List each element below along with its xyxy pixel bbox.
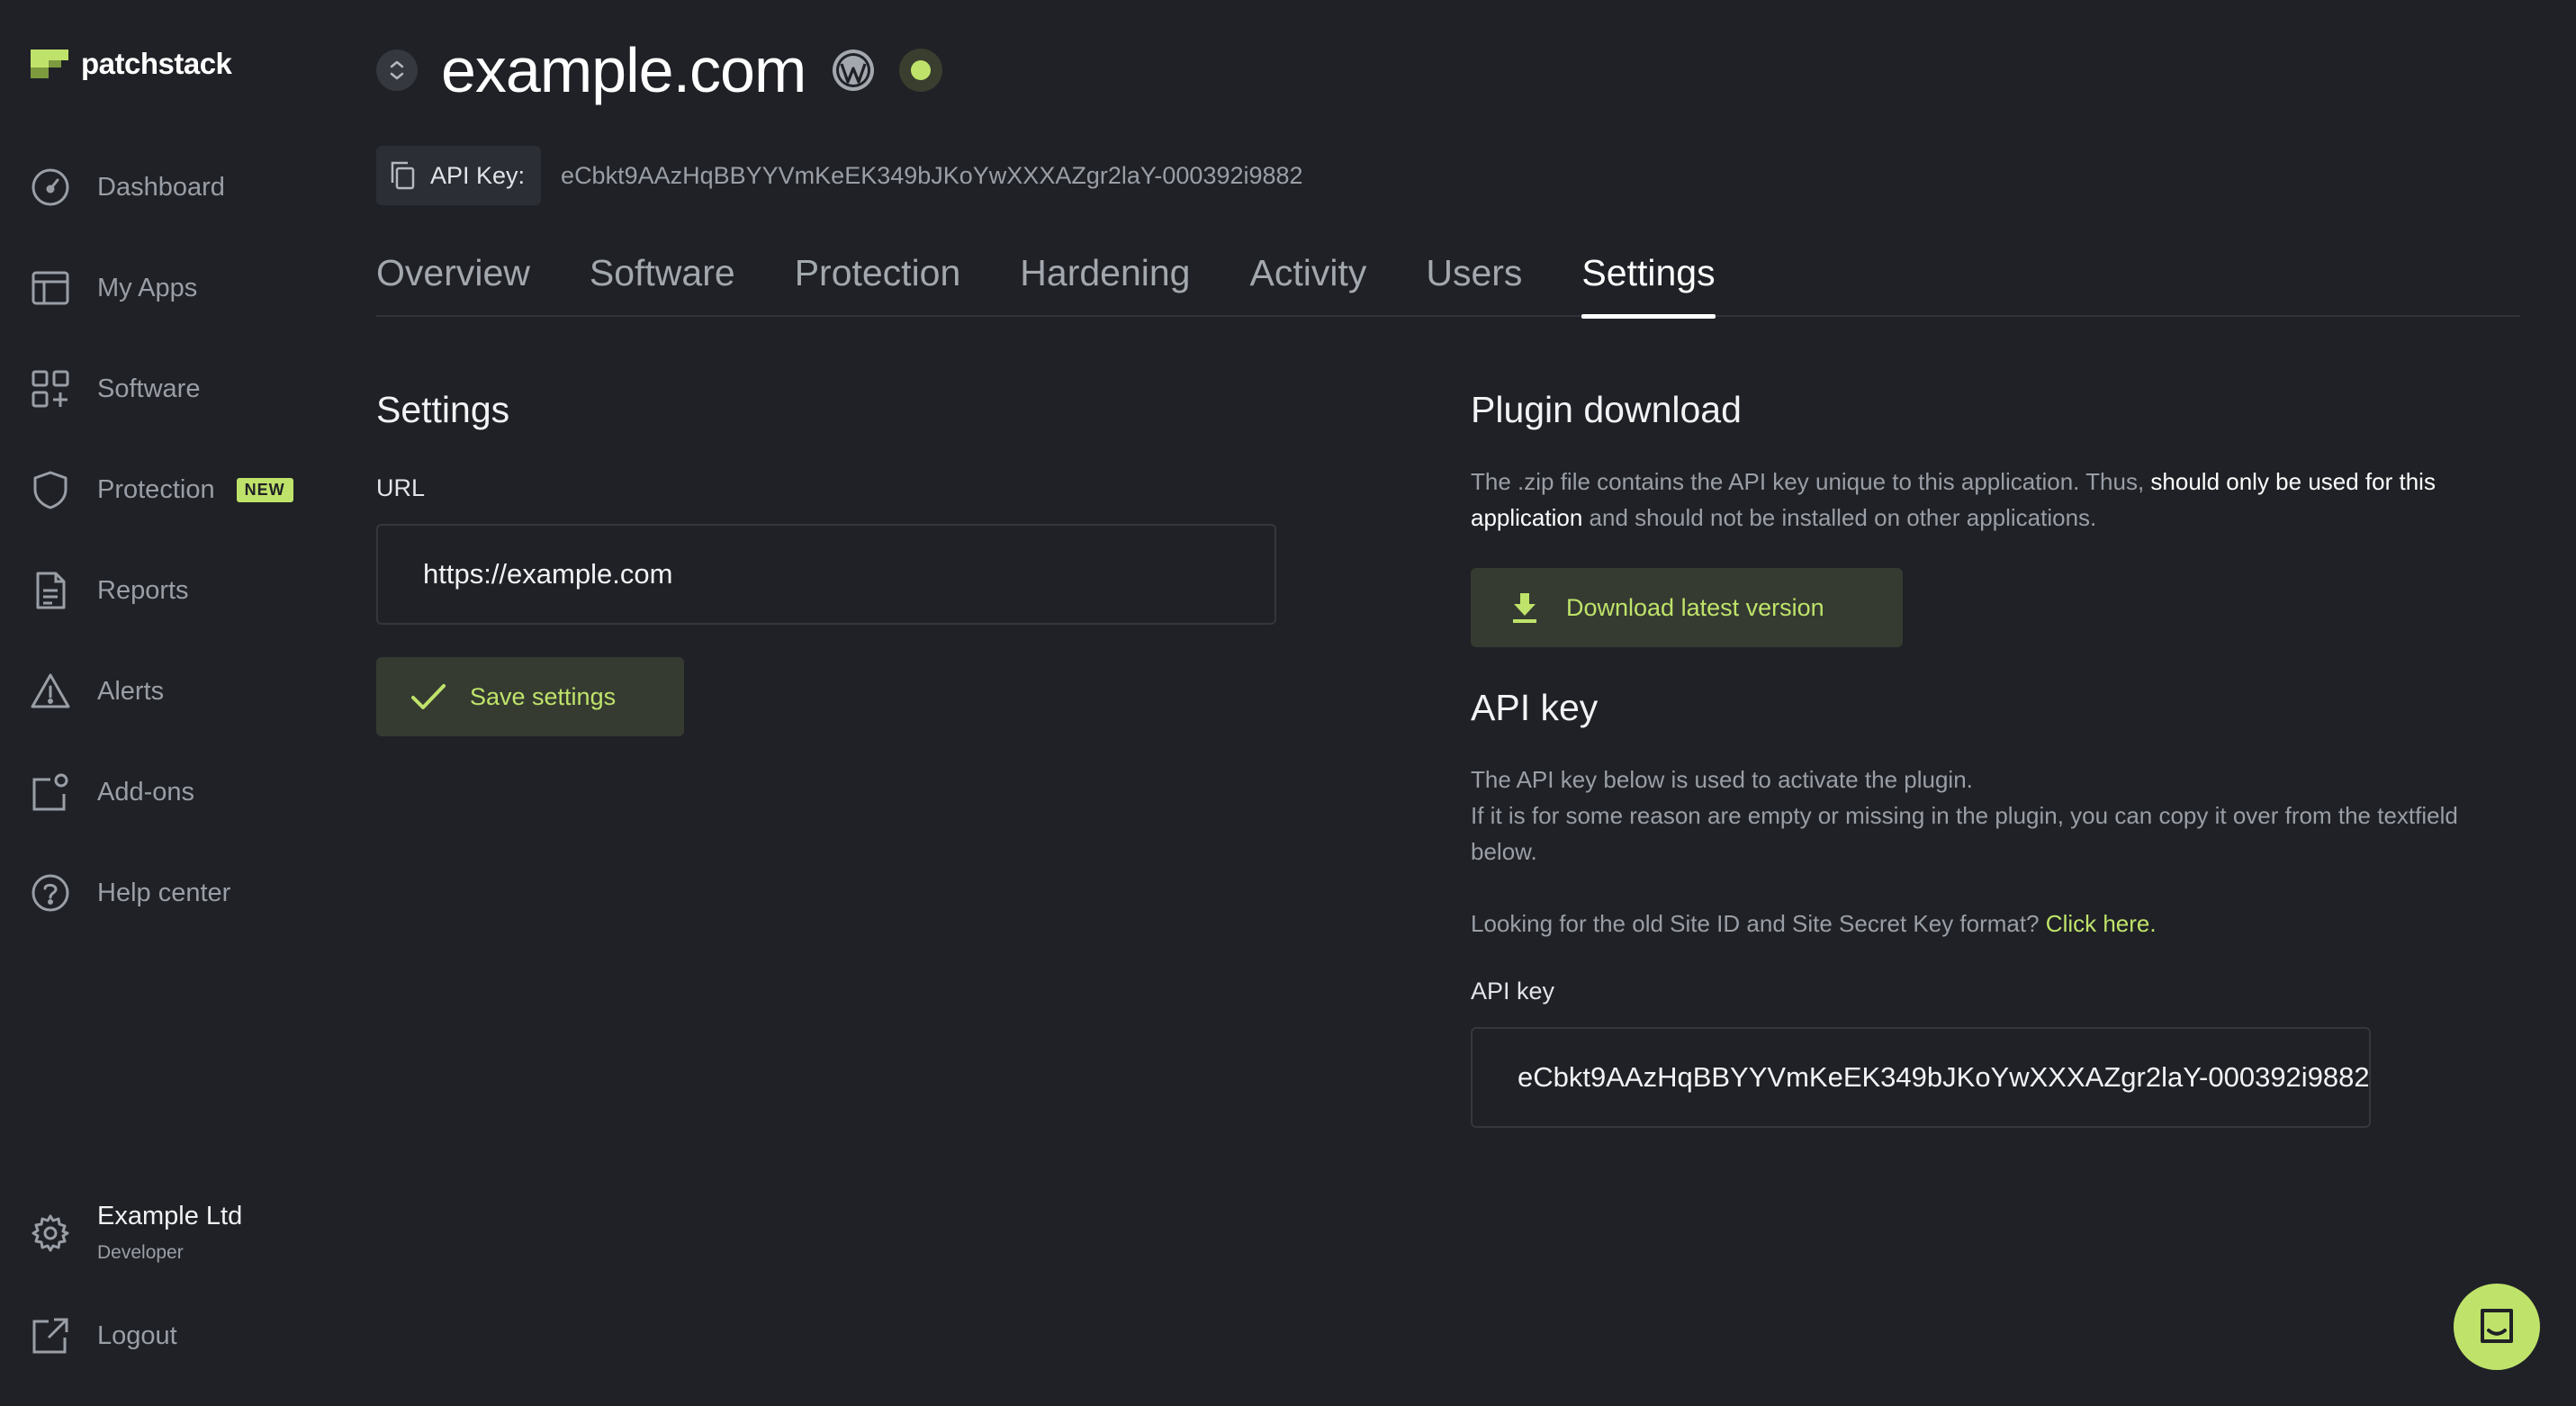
- save-settings-label: Save settings: [470, 682, 617, 710]
- tab-hardening[interactable]: Hardening: [1020, 245, 1190, 317]
- warning-icon: [31, 671, 70, 711]
- shield-icon: [31, 470, 70, 509]
- tab-bar: Overview Software Protection Hardening A…: [376, 245, 2520, 319]
- sidebar-item-help-center[interactable]: Help center: [31, 868, 230, 918]
- sidebar-item-protection[interactable]: Protection NEW: [31, 464, 293, 515]
- sidebar: patchstack Dashboard My Apps Software Pr…: [0, 0, 342, 1406]
- chevron-up-down-icon: [390, 60, 404, 80]
- status-online-indicator: [899, 49, 943, 92]
- main-content: example.com API Key: eCbkt9AAzHqBBYYVmKe…: [376, 0, 2520, 1406]
- gear-icon: [31, 1213, 70, 1253]
- click-here-link[interactable]: Click here.: [2046, 910, 2157, 937]
- download-latest-version-label: Download latest version: [1566, 593, 1824, 621]
- sidebar-item-label: Alerts: [97, 676, 165, 706]
- grid-plus-icon: [31, 369, 70, 409]
- sidebar-item-my-apps[interactable]: My Apps: [31, 263, 197, 313]
- organization-role: Developer: [97, 1242, 184, 1263]
- legacy-key-notice: Looking for the old Site ID and Site Sec…: [1471, 910, 2157, 937]
- chat-widget-button[interactable]: [2454, 1284, 2540, 1370]
- sidebar-item-label: Software: [97, 374, 201, 403]
- api-key-row: API Key: eCbkt9AAzHqBBYYVmKeEK349bJKoYwX…: [376, 146, 1303, 205]
- tab-software[interactable]: Software: [590, 245, 735, 317]
- tab-protection[interactable]: Protection: [795, 245, 961, 317]
- sidebar-item-reports[interactable]: Reports: [31, 565, 189, 616]
- sidebar-item-dashboard[interactable]: Dashboard: [31, 162, 225, 212]
- logout-button[interactable]: Logout: [31, 1316, 177, 1356]
- add-on-icon: [31, 772, 70, 812]
- patchstack-logo-icon: [31, 50, 68, 78]
- api-key-title: API key: [1471, 687, 1599, 728]
- tab-settings[interactable]: Settings: [1581, 245, 1716, 319]
- logout-label: Logout: [97, 1320, 177, 1350]
- organization-name: Example Ltd: [97, 1202, 243, 1230]
- gauge-icon: [31, 167, 70, 207]
- tab-users[interactable]: Users: [1426, 245, 1522, 317]
- plugin-description: The .zip file contains the API key uniqu…: [1471, 468, 2436, 531]
- plugin-section: Plugin download The .zip file contains t…: [1471, 389, 2506, 1128]
- save-settings-button[interactable]: Save settings: [376, 657, 684, 736]
- external-link-icon: [31, 1316, 70, 1356]
- copy-api-key-button[interactable]: API Key:: [376, 146, 542, 205]
- api-key-field-label: API key: [1471, 978, 1555, 1005]
- tab-overview[interactable]: Overview: [376, 245, 530, 317]
- brand-name: patchstack: [81, 47, 232, 80]
- wordpress-icon: [833, 50, 875, 91]
- plugin-download-title: Plugin download: [1471, 389, 1742, 430]
- download-latest-version-button[interactable]: Download latest version: [1471, 568, 1903, 647]
- page-title: example.com: [441, 35, 806, 105]
- api-key-description-line2: If it is for some reason are empty or mi…: [1471, 802, 2458, 865]
- brand-logo[interactable]: patchstack: [31, 47, 232, 81]
- sidebar-item-label: Reports: [97, 575, 189, 605]
- url-input[interactable]: https://example.com: [376, 524, 1276, 625]
- api-key-label: API Key:: [430, 161, 526, 189]
- sidebar-item-label: Protection: [97, 474, 215, 504]
- checkmark-icon: [411, 684, 446, 709]
- new-badge: NEW: [236, 477, 293, 502]
- settings-section: Settings URL https://example.com Save se…: [376, 389, 1276, 736]
- url-label: URL: [376, 474, 426, 501]
- settings-title: Settings: [376, 389, 510, 430]
- copy-icon: [391, 161, 415, 190]
- api-key-description-line1: The API key below is used to activate th…: [1471, 766, 1973, 793]
- organization-switcher[interactable]: Example Ltd Developer: [31, 1202, 242, 1264]
- sidebar-item-label: Dashboard: [97, 172, 225, 202]
- download-icon: [1513, 593, 1536, 623]
- sidebar-item-label: My Apps: [97, 273, 198, 302]
- site-switcher-button[interactable]: [376, 50, 418, 91]
- sidebar-item-add-ons[interactable]: Add-ons: [31, 767, 194, 817]
- help-icon: [31, 873, 70, 913]
- api-key-value: eCbkt9AAzHqBBYYVmKeEK349bJKoYwXXXAZgr2la…: [561, 161, 1303, 189]
- sidebar-item-label: Help center: [97, 878, 231, 907]
- api-key-input[interactable]: eCbkt9AAzHqBBYYVmKeEK349bJKoYwXXXAZgr2la…: [1471, 1027, 2371, 1128]
- sidebar-item-label: Add-ons: [97, 777, 195, 807]
- tab-activity[interactable]: Activity: [1249, 245, 1366, 317]
- site-header: example.com: [376, 34, 943, 106]
- layout-icon: [31, 268, 70, 308]
- sidebar-item-software[interactable]: Software: [31, 364, 200, 414]
- document-icon: [31, 571, 70, 610]
- chat-icon: [2481, 1309, 2513, 1343]
- sidebar-item-alerts[interactable]: Alerts: [31, 666, 164, 717]
